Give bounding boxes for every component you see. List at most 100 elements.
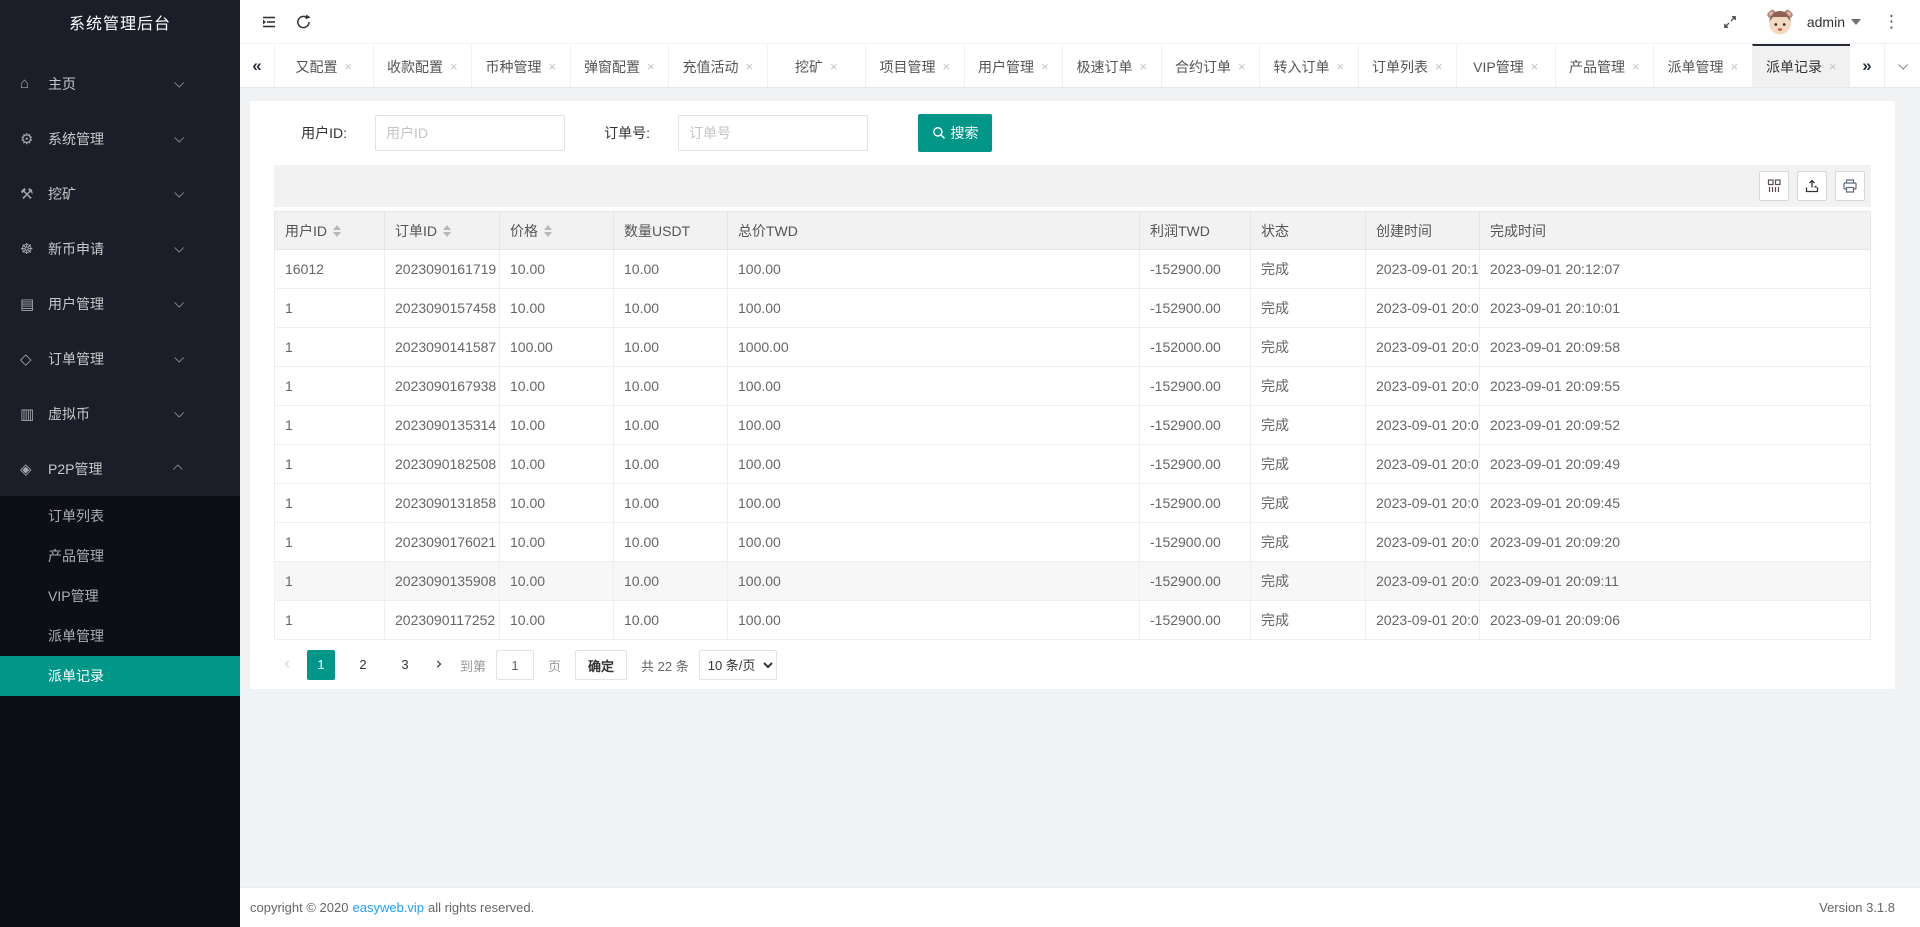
sort-icon[interactable] — [443, 225, 451, 237]
tab-strip: 又配置×收款配置×币种管理×弹窗配置×充值活动×挖矿×项目管理×用户管理×极速订… — [274, 44, 1850, 87]
easyweb-link[interactable]: easyweb.vip — [352, 900, 424, 915]
tab-7[interactable]: 用户管理 × — [964, 44, 1063, 87]
sidebar-item-system[interactable]: ⚙系统管理 — [0, 111, 240, 166]
close-tab-icon[interactable]: × — [1041, 59, 1049, 74]
close-tab-icon[interactable]: × — [1435, 59, 1443, 74]
scroll-tabs-left-icon[interactable]: « — [240, 44, 274, 87]
table-row[interactable]: 1202309011725210.0010.00100.00-152900.00… — [275, 601, 1871, 640]
table-row[interactable]: 1202309018250810.0010.00100.00-152900.00… — [275, 445, 1871, 484]
tab-11[interactable]: 订单列表× — [1358, 44, 1457, 87]
fullscreen-icon[interactable] — [1713, 8, 1747, 36]
page-button-3[interactable]: 3 — [391, 650, 419, 680]
sidebar-item-label: 挖矿 — [48, 184, 76, 204]
close-tab-icon[interactable]: × — [548, 59, 556, 74]
more-options-icon[interactable]: ⋮ — [1877, 12, 1906, 32]
table-row[interactable]: 1202309013185810.0010.00100.00-152900.00… — [275, 484, 1871, 523]
sidebar-subitem-order-list[interactable]: 订单列表 — [0, 496, 240, 536]
prev-page-icon[interactable]: ‹ — [274, 650, 300, 680]
table-header-row: 用户ID订单ID价格数量USDT总价TWD利润TWD状态创建时间完成时间 — [275, 212, 1871, 250]
print-button[interactable] — [1835, 171, 1865, 201]
table-cell: -152900.00 — [1140, 601, 1251, 640]
column-header-0[interactable]: 用户ID — [275, 212, 385, 250]
close-tab-icon[interactable]: × — [1139, 59, 1147, 74]
close-tab-icon[interactable]: × — [1531, 59, 1539, 74]
page-size-select[interactable]: 10 条/页 — [699, 650, 777, 680]
table-row[interactable]: 1202309013531410.0010.00100.00-152900.00… — [275, 406, 1871, 445]
sidebar-subitem-product[interactable]: 产品管理 — [0, 536, 240, 576]
close-tab-icon[interactable]: × — [344, 59, 352, 74]
tab-14[interactable]: 派单管理× — [1653, 44, 1752, 87]
close-tab-icon[interactable]: × — [1829, 59, 1837, 74]
table-row[interactable]: 12023090141587100.0010.001000.00-152000.… — [275, 328, 1871, 367]
tab-options-dropdown[interactable] — [1884, 44, 1920, 87]
table-row[interactable]: 1202309017602110.0010.00100.00-152900.00… — [275, 523, 1871, 562]
sidebar-item-new-coin[interactable]: ☸新币申请 — [0, 221, 240, 276]
coin-icon: ▥ — [20, 405, 48, 423]
avatar[interactable] — [1765, 7, 1795, 37]
table-cell: 2023090176021 — [385, 523, 500, 562]
column-header-1[interactable]: 订单ID — [385, 212, 500, 250]
print-icon — [1842, 178, 1858, 194]
order-no-input[interactable] — [678, 115, 868, 151]
tab-2[interactable]: 币种管理× — [471, 44, 570, 87]
tab-4[interactable]: 充值活动× — [668, 44, 767, 87]
tab-label: 用户管理 — [978, 57, 1034, 77]
table-row[interactable]: 16012202309016171910.0010.00100.00-15290… — [275, 250, 1871, 289]
column-label: 订单ID — [395, 221, 437, 241]
close-tab-icon[interactable]: × — [1632, 59, 1640, 74]
user-id-input[interactable] — [375, 115, 565, 151]
close-tab-icon[interactable]: × — [830, 59, 838, 74]
jump-page-input[interactable] — [496, 650, 534, 680]
tab-0[interactable]: 又配置× — [274, 44, 373, 87]
tab-3[interactable]: 弹窗配置× — [570, 44, 669, 87]
table-row[interactable]: 1202309016793810.0010.00100.00-152900.00… — [275, 367, 1871, 406]
chevron-down-icon — [1851, 19, 1861, 25]
sort-icon[interactable] — [544, 225, 552, 237]
columns-filter-button[interactable] — [1759, 171, 1789, 201]
collapse-sidebar-icon[interactable] — [252, 8, 286, 36]
user-menu[interactable]: admin — [1807, 14, 1861, 30]
table-cell: 2023090131858 — [385, 484, 500, 523]
search-button[interactable]: 搜索 — [918, 114, 992, 152]
close-tab-icon[interactable]: × — [745, 59, 753, 74]
table-cell: 完成 — [1251, 562, 1366, 601]
tab-13[interactable]: 产品管理× — [1555, 44, 1654, 87]
sidebar-item-p2p[interactable]: ◈P2P管理 — [0, 441, 240, 496]
scroll-tabs-right-icon[interactable]: » — [1850, 44, 1884, 87]
next-page-icon[interactable]: › — [426, 650, 452, 680]
tab-1[interactable]: 收款配置× — [373, 44, 472, 87]
tab-9[interactable]: 合约订单× — [1161, 44, 1260, 87]
refresh-icon[interactable] — [286, 8, 320, 36]
sidebar-item-vcoin[interactable]: ▥虚拟币 — [0, 386, 240, 441]
tab-12[interactable]: VIP管理× — [1456, 44, 1555, 87]
sidebar-subitem-vip[interactable]: VIP管理 — [0, 576, 240, 616]
tab-5[interactable]: 挖矿× — [767, 44, 866, 87]
tab-8[interactable]: 极速订单× — [1062, 44, 1161, 87]
table-row[interactable]: 1202309013590810.0010.00100.00-152900.00… — [275, 562, 1871, 601]
sidebar-item-orders[interactable]: ◇订单管理 — [0, 331, 240, 386]
tab-15[interactable]: 派单记录× — [1752, 44, 1851, 87]
close-tab-icon[interactable]: × — [1336, 59, 1344, 74]
export-button[interactable] — [1797, 171, 1827, 201]
tab-6[interactable]: 项目管理× — [865, 44, 964, 87]
column-header-2[interactable]: 价格 — [500, 212, 614, 250]
user-id-label: 用户ID: — [274, 123, 359, 143]
tab-10[interactable]: 转入订单× — [1259, 44, 1358, 87]
sidebar-item-home[interactable]: ⌂主页 — [0, 56, 240, 111]
sidebar-item-users[interactable]: ▤用户管理 — [0, 276, 240, 331]
close-tab-icon[interactable]: × — [450, 59, 458, 74]
sidebar-item-mining[interactable]: ⚒挖矿 — [0, 166, 240, 221]
page-button-2[interactable]: 2 — [349, 650, 377, 680]
sidebar-subitem-dispatch[interactable]: 派单管理 — [0, 616, 240, 656]
sidebar-subitem-dispatch-record[interactable]: 派单记录 — [0, 656, 240, 696]
table-cell: 2023-09-01 20:09:11 — [1480, 562, 1871, 601]
table-row[interactable]: 1202309015745810.0010.00100.00-152900.00… — [275, 289, 1871, 328]
close-tab-icon[interactable]: × — [942, 59, 950, 74]
confirm-jump-button[interactable]: 确定 — [575, 650, 627, 680]
close-tab-icon[interactable]: × — [1238, 59, 1246, 74]
close-tab-icon[interactable]: × — [1730, 59, 1738, 74]
page-button-1[interactable]: 1 — [307, 650, 335, 680]
close-tab-icon[interactable]: × — [647, 59, 655, 74]
sort-icon[interactable] — [333, 225, 341, 237]
table-cell: 100.00 — [728, 601, 1140, 640]
